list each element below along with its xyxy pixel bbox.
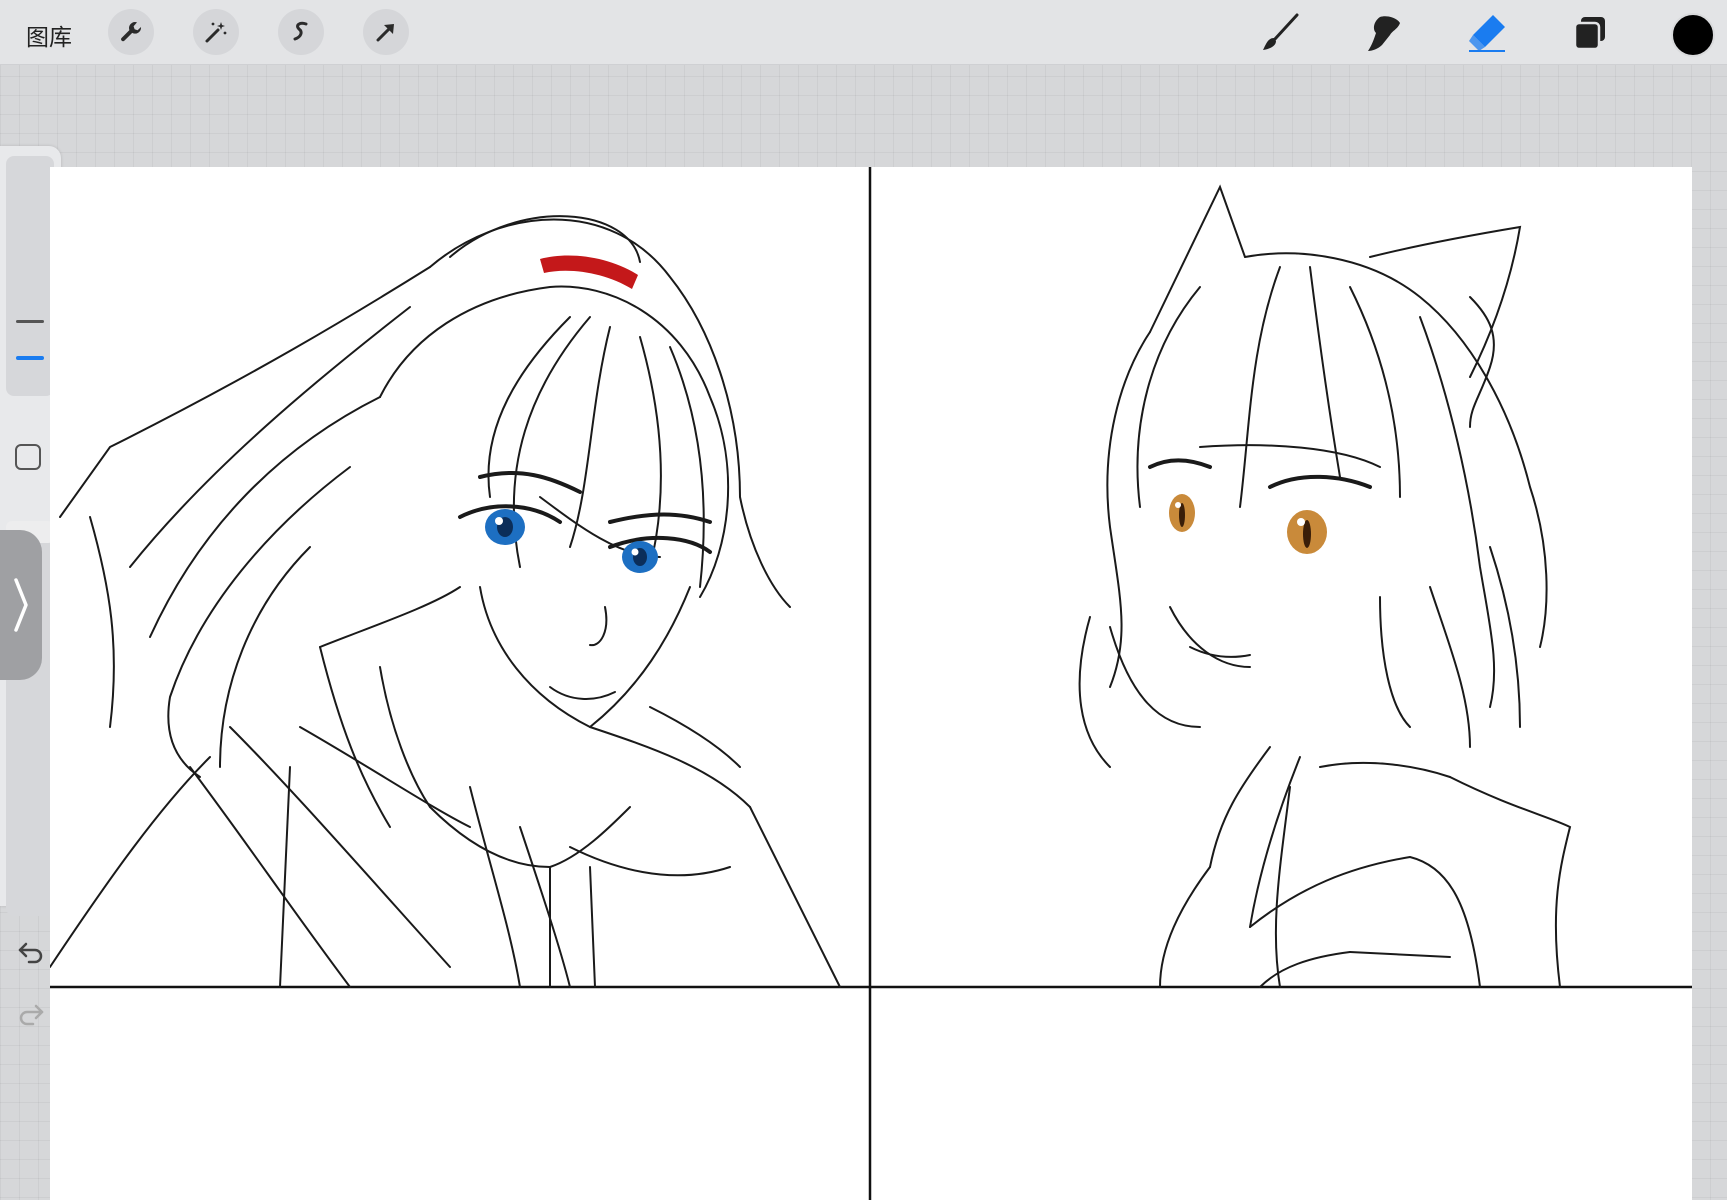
chevron-right-icon bbox=[14, 578, 28, 632]
color-picker-button[interactable] bbox=[1671, 13, 1715, 57]
actions-button[interactable] bbox=[108, 9, 154, 55]
undo-button[interactable] bbox=[15, 936, 47, 968]
size-thumb-bar bbox=[16, 356, 44, 360]
undo-icon bbox=[18, 942, 43, 964]
transform-arrow-icon bbox=[376, 24, 394, 42]
erase-button[interactable] bbox=[1464, 10, 1510, 56]
right-character-sketch bbox=[1078, 184, 1572, 988]
paint-button[interactable] bbox=[1258, 10, 1304, 56]
right-character-eyes bbox=[1169, 494, 1327, 554]
wrench-icon bbox=[121, 22, 142, 42]
gallery-button[interactable]: 图库 bbox=[26, 18, 72, 52]
layers-icon bbox=[1573, 17, 1605, 51]
redo-icon bbox=[19, 1004, 44, 1026]
square-modifier-icon[interactable] bbox=[15, 444, 41, 470]
sidebar-collapse-tab[interactable] bbox=[0, 530, 42, 680]
left-character-sketch bbox=[50, 215, 841, 988]
redo-button[interactable] bbox=[15, 998, 47, 1030]
adjustments-button[interactable] bbox=[193, 9, 239, 55]
selection-icon bbox=[293, 21, 308, 41]
hair-tie bbox=[540, 255, 638, 289]
eraser-icon bbox=[1469, 15, 1505, 52]
top-toolbar: 图库 bbox=[0, 0, 1727, 65]
brush-size-thumb[interactable] bbox=[6, 344, 54, 372]
size-slider-mark bbox=[16, 320, 44, 323]
brush-size-slider[interactable] bbox=[6, 156, 54, 396]
layers-button[interactable] bbox=[1567, 10, 1613, 56]
brush-icon bbox=[1263, 13, 1299, 50]
transform-button[interactable] bbox=[363, 9, 409, 55]
magic-wand-icon bbox=[205, 22, 227, 43]
smudge-button[interactable] bbox=[1361, 10, 1407, 56]
drawing-canvas[interactable] bbox=[50, 167, 1692, 1200]
smudge-icon bbox=[1368, 16, 1400, 51]
selection-button[interactable] bbox=[278, 9, 324, 55]
canvas-artwork bbox=[50, 167, 1692, 1200]
